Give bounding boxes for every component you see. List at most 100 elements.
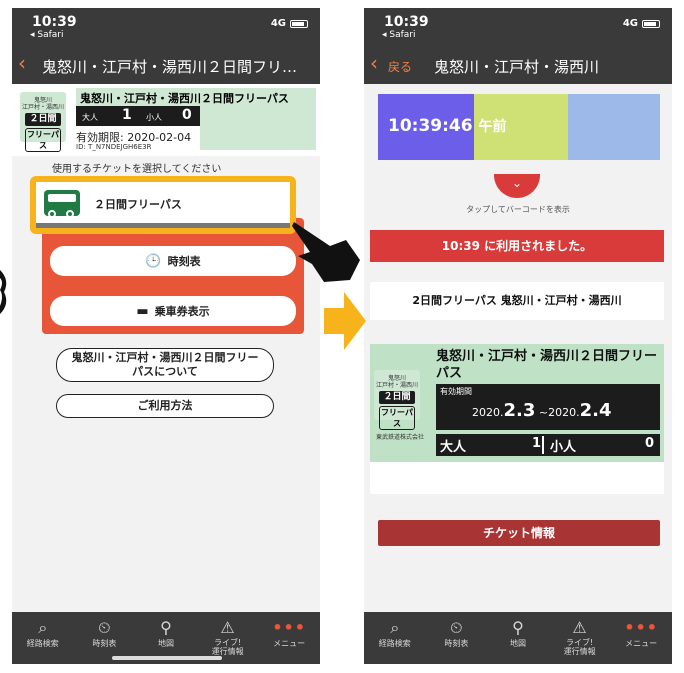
clock-am: 午前 xyxy=(478,119,507,135)
validity-label: 有効期間 xyxy=(440,387,472,396)
ticket-id: ID: T_N7NDEJGH6E3R xyxy=(76,143,152,151)
home-indicator xyxy=(112,656,222,660)
pass-button-underline xyxy=(36,223,290,228)
ticket-title: 鬼怒川・江戸村・湯西川２日間フリーパス xyxy=(436,349,658,381)
date-from-year: 2020. xyxy=(472,406,504,419)
tab-label: ライブ! 運行情報 xyxy=(563,638,596,656)
tab-label: 経路検索 xyxy=(26,639,59,648)
child-label: 小人 xyxy=(146,113,162,122)
page-title: 鬼怒川・江戸村・湯西川２日間フリ… xyxy=(42,58,298,76)
ticket-icon: ▬ xyxy=(136,303,149,319)
logo-line3: フリーパス xyxy=(25,128,61,152)
tap-hand-icon xyxy=(292,222,360,282)
tab-menu[interactable]: ••• メニュー xyxy=(258,612,320,664)
company-name: 東武鉄道株式会社 xyxy=(376,434,425,441)
free-pass-logo: 鬼怒川 江戸村・湯西川 ２日間 フリーパス xyxy=(374,370,420,430)
ticket-detail-card: 鬼怒川 江戸村・湯西川 ２日間 フリーパス 鬼怒川・江戸村・湯西川２日間フリーパ… xyxy=(370,344,664,494)
about-pass-button[interactable]: 鬼怒川・江戸村・湯西川２日間フリー パスについて xyxy=(56,348,274,382)
search-icon: ⌕ xyxy=(38,618,48,637)
ticket-title: 鬼怒川・江戸村・湯西川２日間フリーパス xyxy=(76,88,316,108)
left-phone-screen: 10:39 ◂ Safari 4G ‹ 鬼怒川・江戸村・湯西川２日間フリ… 鬼怒… xyxy=(12,8,320,664)
ticket-info-button[interactable]: チケット情報 xyxy=(378,520,660,546)
how-to-use-button[interactable]: ご利用方法 xyxy=(56,394,274,418)
ticket-summary-card[interactable]: 鬼怒川 江戸村・湯西川 ２日間 フリーパス 鬼怒川・江戸村・湯西川２日間フリーパ… xyxy=(12,84,320,156)
tab-label: ライブ! 運行情報 xyxy=(211,638,244,656)
tab-label: メニュー xyxy=(625,639,658,648)
clock-color-block xyxy=(568,94,660,160)
barcode-toggle-button[interactable]: ⌄ xyxy=(494,174,540,198)
map-pin-icon: ⚲ xyxy=(512,618,524,637)
date-to-year: 2020. xyxy=(548,406,580,419)
count-divider xyxy=(542,436,544,454)
date-separator: ~ xyxy=(535,406,549,419)
arrow-right-icon xyxy=(324,292,366,350)
back-button[interactable]: 戻る xyxy=(388,58,412,75)
validity-box: 有効期間 2020.2.3 ~2020.2.4 xyxy=(436,384,660,430)
map-pin-icon: ⚲ xyxy=(160,618,172,637)
tab-live-info[interactable]: ⚠ ライブ! 運行情報 xyxy=(549,612,611,664)
nav-bar: ‹ 戻る 鬼怒川・江戸村・湯西川 xyxy=(364,44,672,84)
child-count: 0 xyxy=(182,107,192,123)
timetable-icon: 🕒 xyxy=(145,253,162,269)
adult-count: 1 xyxy=(122,107,132,123)
back-to-safari[interactable]: ◂ Safari xyxy=(382,30,416,40)
tab-label: 時刻表 xyxy=(444,639,469,648)
tab-label: 時刻表 xyxy=(92,639,117,648)
partial-hand-icon xyxy=(0,270,7,314)
child-label: 小人 xyxy=(550,440,577,455)
bus-wheel xyxy=(66,210,74,218)
tab-bar: ⌕ 経路検索 ⏲ 時刻表 ⚲ 地図 ⚠ ライブ! 運行情報 ••• メニュー xyxy=(364,612,672,664)
show-ticket-button-label: 乗車券表示 xyxy=(154,305,210,318)
ticket-action-panel: 🕒 時刻表 ▬ 乗車券表示 xyxy=(42,218,304,334)
menu-dots-icon: ••• xyxy=(272,618,307,637)
tab-menu[interactable]: ••• メニュー xyxy=(610,612,672,664)
battery-icon xyxy=(290,20,308,28)
status-bar: 10:39 ◂ Safari 4G xyxy=(364,8,672,44)
child-count: 0 xyxy=(644,436,654,451)
status-bar: 10:39 ◂ Safari 4G xyxy=(12,8,320,44)
show-ticket-button[interactable]: ▬ 乗車券表示 xyxy=(50,296,296,326)
page-title: 鬼怒川・江戸村・湯西川 xyxy=(434,58,600,76)
tab-label: 経路検索 xyxy=(378,639,411,648)
tab-map[interactable]: ⚲ 地図 xyxy=(487,612,549,664)
live-info-icon: ⚠ xyxy=(572,618,587,637)
menu-dots-icon: ••• xyxy=(624,618,659,637)
logo-line1: 鬼怒川 江戸村・湯西川 xyxy=(375,375,418,389)
passenger-counts: 大人 1 小人 0 xyxy=(436,434,660,456)
tab-route-search[interactable]: ⌕ 経路検索 xyxy=(12,612,74,664)
back-chevron-icon[interactable]: ‹ xyxy=(18,53,26,73)
adult-label: 大人 xyxy=(82,113,98,122)
signal-indicator: 4G xyxy=(270,18,286,29)
nav-bar: ‹ 鬼怒川・江戸村・湯西川２日間フリ… xyxy=(12,44,320,84)
status-time: 10:39 xyxy=(32,14,77,30)
logo-line1: 鬼怒川 江戸村・湯西川 xyxy=(21,97,64,111)
clock-time: 10:39:46 xyxy=(388,116,473,136)
back-to-safari[interactable]: ◂ Safari xyxy=(30,30,64,40)
tap-for-barcode-hint: タップしてバーコードを表示 xyxy=(466,205,570,214)
timetable-button[interactable]: 🕒 時刻表 xyxy=(50,246,296,276)
timetable-button-label: 時刻表 xyxy=(167,255,201,268)
logo-line2: ２日間 xyxy=(379,391,415,404)
live-clock-banner: 10:39:46 午前 xyxy=(378,94,660,160)
live-info-icon: ⚠ xyxy=(220,618,235,637)
status-time: 10:39 xyxy=(384,14,429,30)
two-day-pass-button[interactable]: ２日間フリーパス xyxy=(30,176,296,234)
bus-wheel xyxy=(48,210,56,218)
date-from: 2.3 xyxy=(503,400,536,421)
adult-count: 1 xyxy=(532,436,542,451)
pass-button-label: ２日間フリーパス xyxy=(94,198,182,211)
tab-label: メニュー xyxy=(273,639,306,648)
back-chevron-icon[interactable]: ‹ xyxy=(370,53,378,73)
ticket-decoration xyxy=(200,106,316,150)
tab-route-search[interactable]: ⌕ 経路検索 xyxy=(364,612,426,664)
chevron-down-icon: ⌄ xyxy=(511,176,523,190)
timetable-icon: ⏲ xyxy=(450,618,463,637)
signal-indicator: 4G xyxy=(622,18,638,29)
search-icon: ⌕ xyxy=(390,618,400,637)
free-pass-logo: 鬼怒川 江戸村・湯西川 ２日間 フリーパス xyxy=(20,92,66,152)
select-ticket-instruction: 使用するチケットを選択してください xyxy=(52,164,222,175)
tab-timetable[interactable]: ⏲ 時刻表 xyxy=(426,612,488,664)
adult-label: 大人 xyxy=(440,440,467,455)
logo-line2: ２日間 xyxy=(25,113,61,126)
tab-label: 地図 xyxy=(509,639,526,648)
